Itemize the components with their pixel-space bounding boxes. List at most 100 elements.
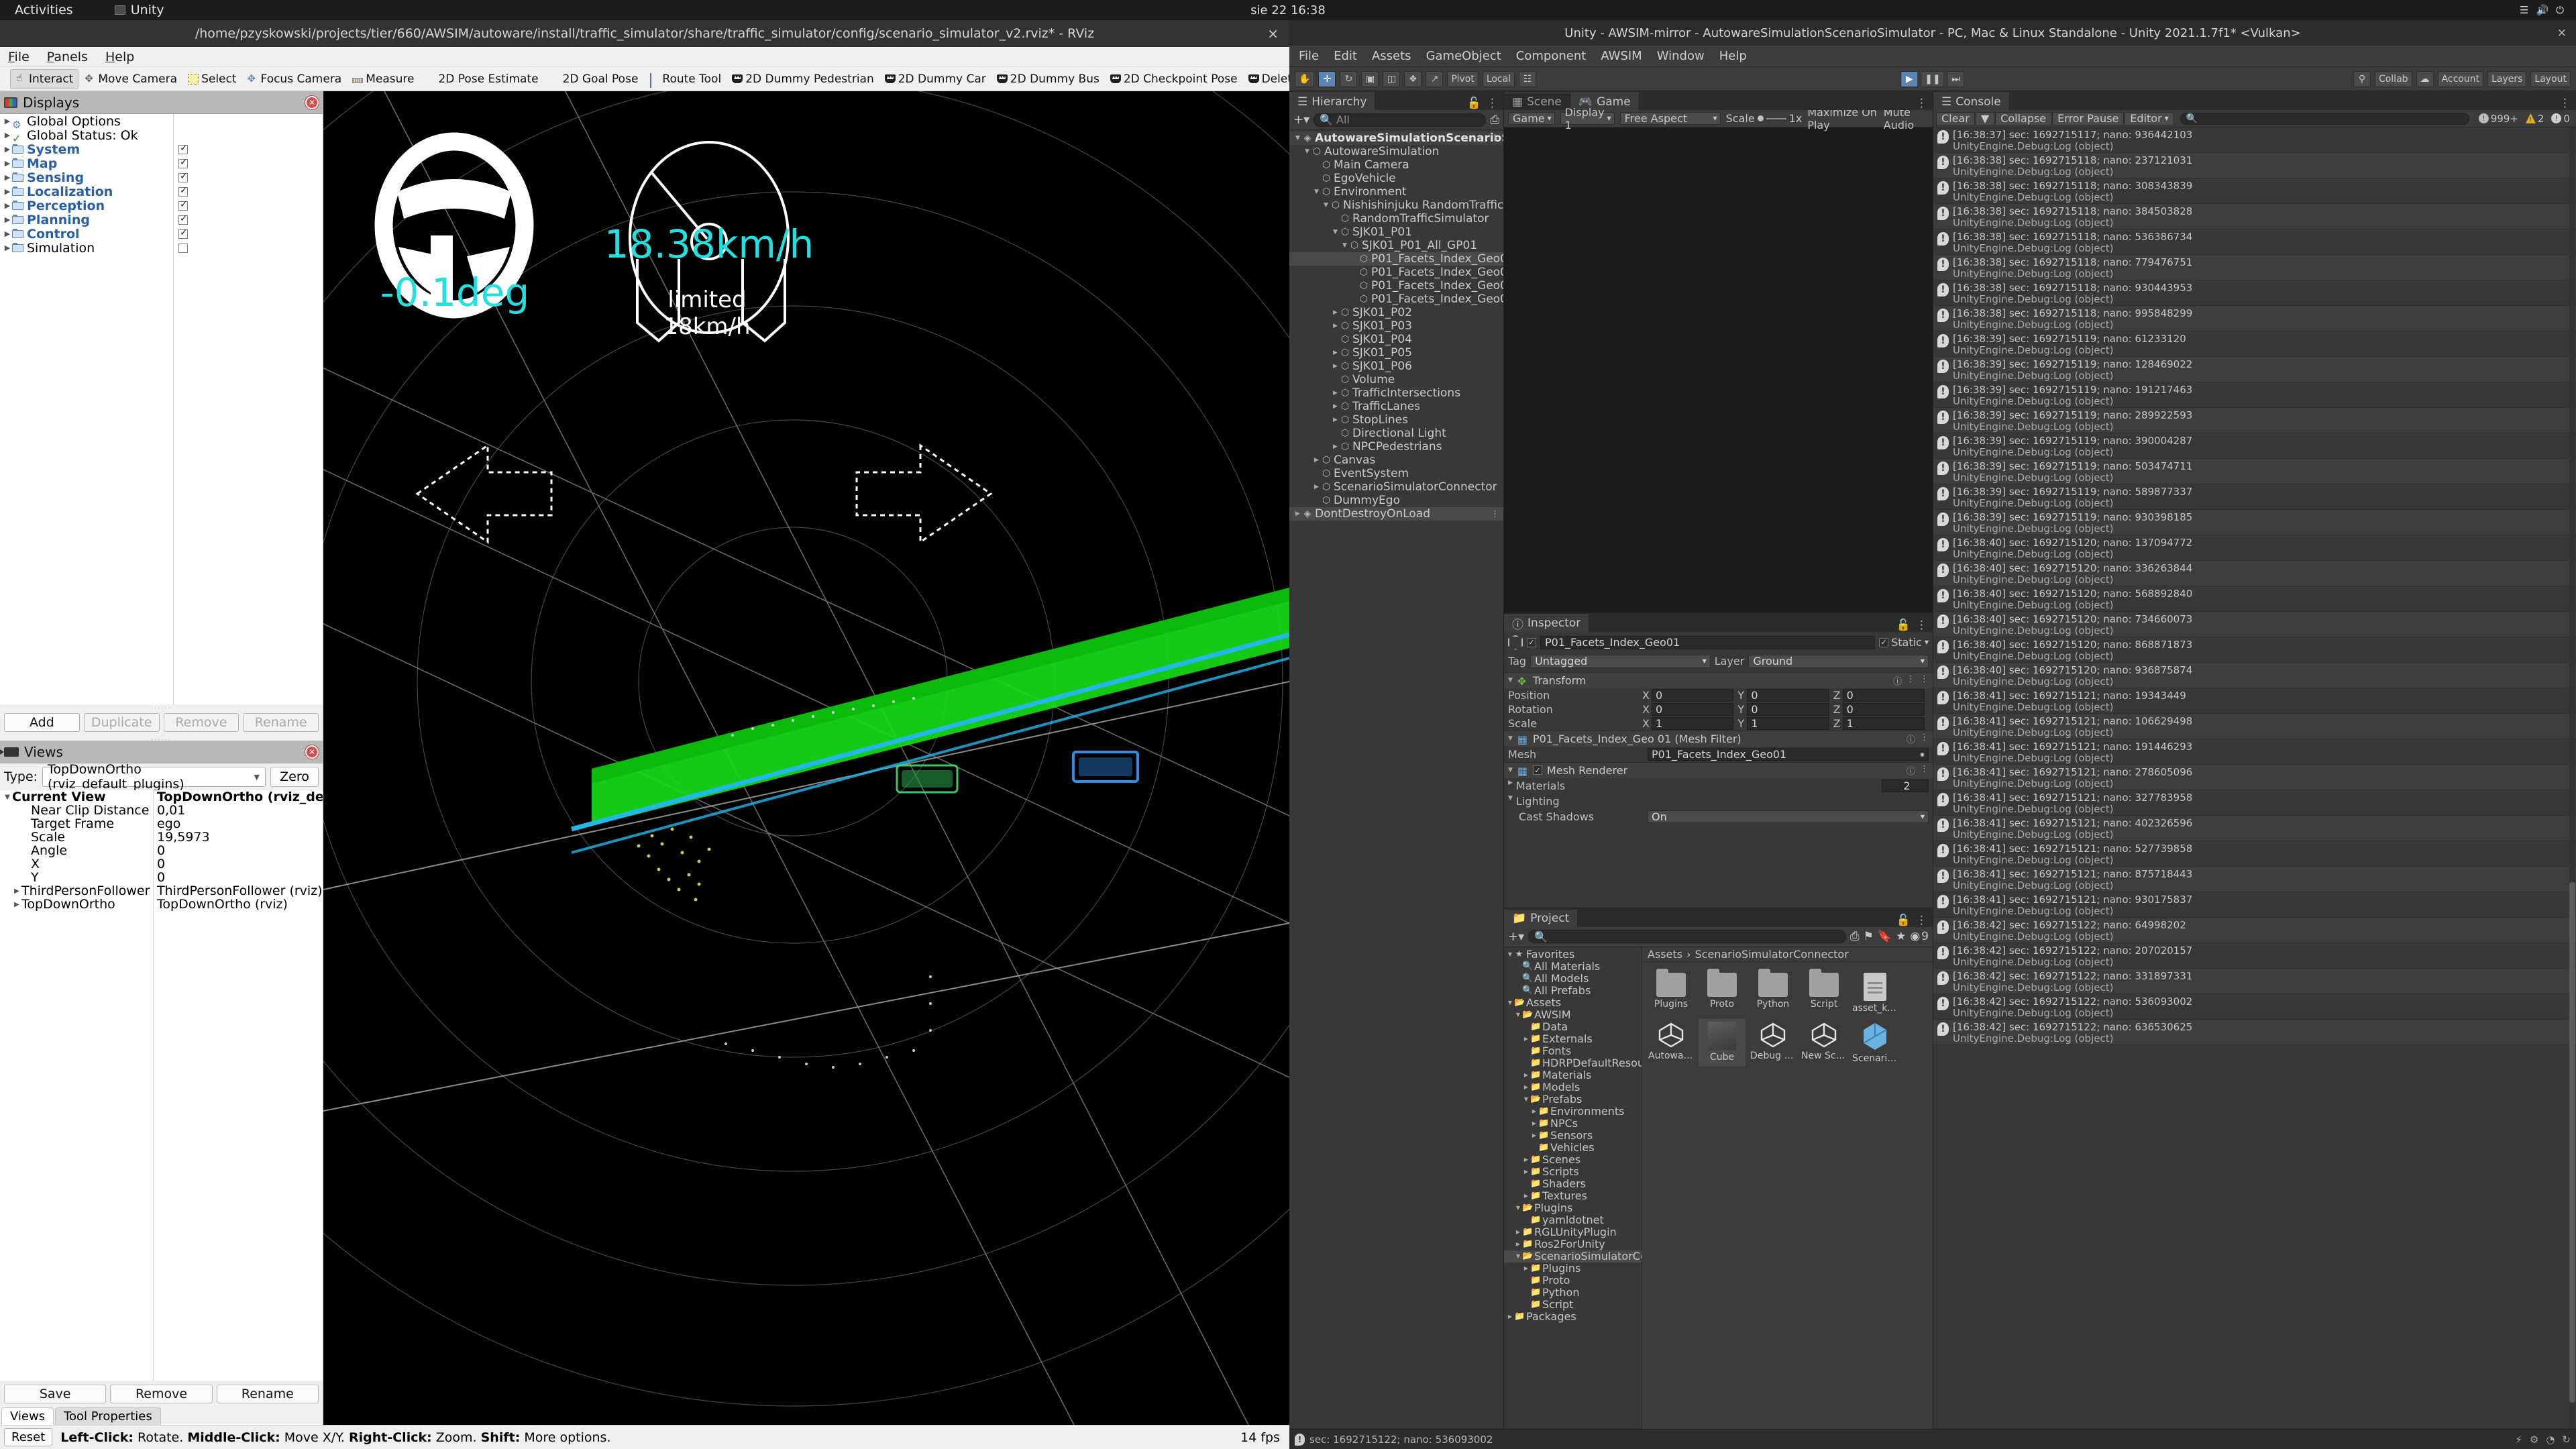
close-icon[interactable]: ✕ — [305, 95, 319, 109]
project-tree-item[interactable]: 📁HDRPDefaultResources — [1504, 1057, 1642, 1069]
expand-arrow-icon[interactable]: ▶ — [1514, 1229, 1522, 1235]
console-log-entry[interactable]: ! [16:38:38] sec: 1692715118; nano: 93044… — [1933, 280, 2576, 306]
displays-add-button[interactable]: Add — [4, 713, 80, 732]
view-property-row[interactable]: ▶ TopDownOrtho TopDownOrtho (rviz) — [0, 897, 323, 912]
clear-button[interactable]: Clear — [1936, 111, 1975, 125]
filter-label-icon[interactable]: 🔖 — [1878, 930, 1892, 943]
project-tree[interactable]: ▼ ★ Favorites 🔍 All Materials 🔍 All Models 🔍 All… — [1504, 947, 1642, 1429]
expand-arrow-icon[interactable]: ▼ — [1331, 229, 1340, 235]
scrollbar-thumb[interactable] — [2569, 882, 2575, 1403]
display-item-localization[interactable]: Localization — [0, 184, 323, 199]
object-name-field[interactable]: P01_Facets_Index_Geo01 — [1540, 635, 1876, 649]
static-checkbox[interactable]: ✓ — [1879, 637, 1889, 647]
project-tree-item[interactable]: ▶ 📁 NPCs — [1504, 1117, 1642, 1130]
help-icon[interactable]: ⓘ — [1893, 674, 1902, 687]
activities-button[interactable]: Activities — [15, 3, 73, 17]
filter-type-icon[interactable]: ⚑ — [1864, 930, 1874, 943]
expand-arrow-icon[interactable]: ▼ — [1506, 951, 1514, 957]
menu-panels[interactable]: Panels — [47, 50, 88, 64]
kebab-menu-icon[interactable]: ⋮ — [1916, 97, 1927, 110]
project-tree-item[interactable]: ▶ 📁 Scripts — [1504, 1165, 1642, 1178]
create-asset-button[interactable]: +▾ — [1508, 930, 1524, 944]
hierarchy-item[interactable]: ▶ ⬡ SJK01_P05 — [1289, 346, 1503, 360]
views-remove-button[interactable]: Remove — [110, 1385, 213, 1403]
console-scrollbar[interactable] — [2569, 127, 2575, 1429]
tool-route[interactable]: Route Tool — [644, 69, 726, 89]
project-tree-item[interactable]: ▶ 📁 RGLUnityPlugin — [1504, 1226, 1642, 1238]
expand-arrow-icon[interactable]: ▶ — [1530, 1120, 1538, 1126]
object-picker-icon[interactable]: ◉ — [1920, 751, 1925, 757]
expand-arrow-icon[interactable]: ▶ — [1514, 1241, 1522, 1247]
display-item-checkbox[interactable] — [178, 157, 188, 168]
console-log-entry[interactable]: ! [16:38:39] sec: 1692715119; nano: 28992… — [1933, 408, 2576, 433]
scale-slider[interactable]: Scale 1x — [1726, 112, 1803, 125]
lighting-row[interactable]: ▼ Lighting — [1504, 794, 1933, 809]
expand-arrow-icon[interactable]: ▼ — [1322, 202, 1330, 209]
hierarchy-tree[interactable]: ▼◈AutowareSimulationScenarioSimulator*⋮▼… — [1289, 130, 1503, 1429]
expand-arrow-icon[interactable] — [3, 117, 12, 125]
project-tree-item[interactable]: 📁 Fonts — [1504, 1044, 1642, 1057]
expand-arrow-icon[interactable]: ▶ — [1522, 1265, 1530, 1271]
console-log-entry[interactable]: ! [16:38:40] sec: 1692715120; nano: 33626… — [1933, 561, 2576, 586]
zero-button[interactable]: Zero — [270, 767, 319, 787]
tool-move-camera[interactable]: Move Camera — [80, 69, 182, 89]
lock-icon[interactable]: 🔓 — [1896, 914, 1911, 927]
kebab-menu-icon[interactable]: ⋮ — [1920, 674, 1929, 687]
help-icon[interactable]: ⓘ — [1907, 764, 1915, 777]
collapse-toggle[interactable]: Collapse — [1995, 111, 2052, 125]
hierarchy-item[interactable]: ⬡ RandomTrafficSimulator — [1289, 212, 1503, 225]
tab-views[interactable]: Views — [1, 1407, 54, 1425]
console-log-entry[interactable]: ! [16:38:40] sec: 1692715120; nano: 13709… — [1933, 535, 2576, 561]
expand-arrow-icon[interactable]: ▼ — [1522, 1096, 1530, 1102]
asset-item[interactable]: Python — [1750, 968, 1796, 1016]
console-log-entry[interactable]: ! [16:38:37] sec: 1692715117; nano: 93644… — [1933, 127, 2576, 153]
menu-file[interactable]: File — [8, 50, 30, 64]
expand-arrow-icon[interactable] — [3, 173, 12, 182]
project-tree-item[interactable]: 📁 Python — [1504, 1286, 1642, 1299]
console-log-entry[interactable]: ! [16:38:38] sec: 1692715118; nano: 77947… — [1933, 255, 2576, 280]
tab-project[interactable]: 📁 Project — [1504, 909, 1578, 927]
view-property-row[interactable]: Target Frame ego — [0, 816, 323, 831]
expand-arrow-icon[interactable]: ▶ — [1331, 443, 1340, 450]
static-toggle[interactable]: ✓ Static ▼ — [1879, 636, 1929, 649]
expand-arrow-icon[interactable]: ▼ — [1508, 735, 1513, 742]
display-item-planning[interactable]: Planning — [0, 213, 323, 227]
tab-tool-properties[interactable]: Tool Properties — [55, 1407, 161, 1425]
gameobject-enabled-checkbox[interactable]: ✓ — [1527, 637, 1536, 647]
kebab-menu-icon[interactable]: ⋮ — [1916, 914, 1927, 927]
coordinate-toggle[interactable]: Local — [1482, 70, 1515, 87]
expand-arrow-icon[interactable]: ▶ — [1312, 457, 1321, 464]
asset-item[interactable]: Cube — [1699, 1018, 1746, 1067]
expand-arrow-icon[interactable] — [3, 187, 12, 196]
display-item-system[interactable]: System — [0, 142, 323, 157]
hierarchy-search-input[interactable]: 🔍 All — [1313, 113, 1487, 127]
expand-arrow-icon[interactable]: ▶ — [1331, 390, 1340, 396]
clock[interactable]: sie 22 16:38 — [1250, 3, 1326, 17]
inspector-body[interactable]: ✓ P01_Facets_Index_Geo01 ✓ Static ▼ Tag … — [1504, 632, 1933, 908]
hierarchy-item[interactable]: ▶ ⬡ Canvas — [1289, 453, 1503, 467]
project-tree-item[interactable]: ▶ 📁 Ros2ForUnity — [1504, 1238, 1642, 1250]
hierarchy-item[interactable]: ⬡ DummyEgo — [1289, 494, 1503, 507]
expand-arrow-icon[interactable]: ▼ — [1303, 148, 1311, 155]
expand-arrow-icon[interactable]: ▶ — [1331, 323, 1340, 329]
expand-arrow-icon[interactable]: ▼ — [1514, 1012, 1522, 1018]
grid-snap-icon[interactable]: ☷ — [1519, 70, 1537, 87]
display-item-perception[interactable]: Perception — [0, 199, 323, 213]
transform-y-input[interactable]: 0 — [1747, 688, 1829, 702]
search-in-packages-icon[interactable]: ⎙ — [1850, 930, 1860, 943]
expand-arrow-icon[interactable]: ▶ — [1506, 1313, 1514, 1320]
console-log-entry[interactable]: ! [16:38:38] sec: 1692715118; nano: 38450… — [1933, 204, 2576, 229]
console-log-entry[interactable]: ! [16:38:39] sec: 1692715119; nano: 50347… — [1933, 459, 2576, 484]
kebab-menu-icon[interactable]: ⋮ — [1920, 733, 1929, 745]
console-log-entry[interactable]: ! [16:38:41] sec: 1692715121; nano: 40232… — [1933, 816, 2576, 841]
expand-arrow-icon[interactable]: ▶ — [1331, 403, 1340, 410]
mesh-renderer-component-header[interactable]: ▼ ▦ ✓ Mesh Renderer ⓘ ⋮ — [1504, 761, 1933, 778]
expand-arrow-icon[interactable]: ▼ — [3, 794, 12, 801]
account-button[interactable]: Account — [2437, 70, 2484, 87]
display-item-sensing[interactable]: Sensing — [0, 170, 323, 185]
views-rename-button[interactable]: Rename — [216, 1385, 319, 1403]
console-log-entry[interactable]: ! [16:38:38] sec: 1692715118; nano: 30834… — [1933, 178, 2576, 204]
expand-arrow-icon[interactable]: ▶ — [12, 888, 21, 895]
expand-arrow-icon[interactable] — [3, 244, 12, 252]
mesh-renderer-enabled-checkbox[interactable]: ✓ — [1532, 765, 1542, 775]
